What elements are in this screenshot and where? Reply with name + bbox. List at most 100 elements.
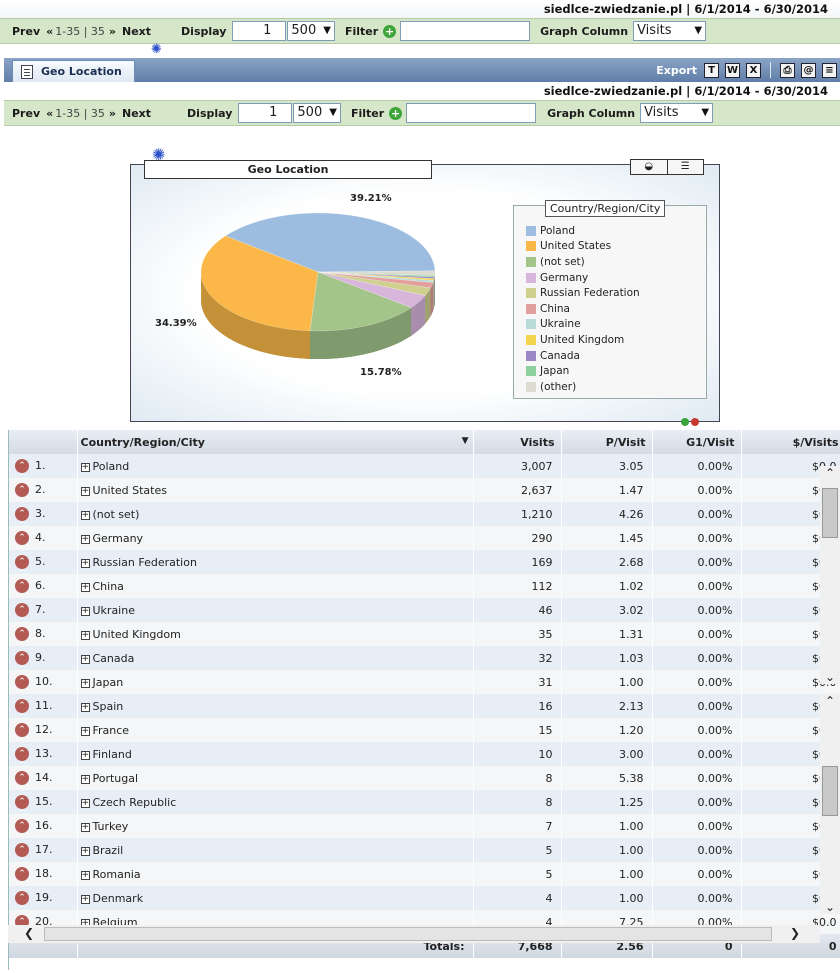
column-header-visits[interactable]: Visits <box>473 430 562 454</box>
scroll-thumb[interactable] <box>822 766 838 816</box>
country-cell[interactable]: + Germany <box>77 526 474 550</box>
vertical-scrollbar-lower[interactable]: ⌃ ⌄ <box>820 694 840 914</box>
drilldown-icon[interactable]: ⌃ <box>15 843 29 857</box>
drilldown-icon[interactable]: ⌃ <box>15 771 29 785</box>
add-filter-icon[interactable]: + <box>383 24 397 38</box>
expand-icon[interactable]: + <box>80 558 90 568</box>
column-header-g1visit[interactable]: G1/Visit <box>652 430 742 454</box>
drilldown-icon[interactable]: ⌃ <box>15 651 29 665</box>
next-link[interactable]: Next <box>122 25 151 38</box>
country-cell[interactable]: + Poland <box>77 454 474 478</box>
bar-chart-icon[interactable]: ☰ <box>668 160 704 174</box>
last-page-icon[interactable]: » <box>109 25 116 38</box>
expand-icon[interactable]: + <box>80 534 90 544</box>
scroll-up-icon[interactable]: ⌃ <box>820 694 840 708</box>
expand-icon[interactable]: + <box>80 774 90 784</box>
expand-icon[interactable]: + <box>80 846 90 856</box>
drilldown-icon[interactable]: ⌃ <box>15 627 29 641</box>
country-cell[interactable]: + Spain <box>77 694 474 718</box>
export-excel-icon[interactable]: X <box>746 62 761 78</box>
expand-icon[interactable]: + <box>80 510 90 520</box>
country-cell[interactable]: + Russian Federation <box>77 550 474 574</box>
country-cell[interactable]: + China <box>77 574 474 598</box>
country-cell[interactable]: + United Kingdom <box>77 622 474 646</box>
expand-icon[interactable]: + <box>80 798 90 808</box>
country-cell[interactable]: + Canada <box>77 646 474 670</box>
expand-icon[interactable]: + <box>80 462 90 472</box>
prev-link[interactable]: Prev <box>12 25 40 38</box>
drilldown-icon[interactable]: ⌃ <box>15 795 29 809</box>
scroll-left-icon[interactable]: ❮ <box>24 926 34 940</box>
print-icon[interactable]: ⎙ <box>780 62 795 78</box>
prev-link[interactable]: Prev <box>12 107 40 120</box>
first-page-icon[interactable]: « <box>46 25 53 38</box>
country-cell[interactable]: + (not set) <box>77 502 474 526</box>
drilldown-icon[interactable]: ⌃ <box>15 459 29 473</box>
page-size-select[interactable]: 500 ▼ <box>293 103 341 123</box>
add-filter-icon[interactable]: + <box>389 106 403 120</box>
drilldown-icon[interactable]: ⌃ <box>15 819 29 833</box>
expand-icon[interactable]: + <box>80 678 90 688</box>
expand-icon[interactable]: + <box>80 822 90 832</box>
country-cell[interactable]: + Portugal <box>77 766 474 790</box>
graph-column-select[interactable]: Visits ▼ <box>640 103 714 123</box>
schedule-icon[interactable]: ≡ <box>822 62 837 78</box>
drilldown-icon[interactable]: ⌃ <box>15 675 29 689</box>
expand-icon[interactable]: + <box>80 726 90 736</box>
drilldown-icon[interactable]: ⌃ <box>15 747 29 761</box>
horizontal-scrollbar[interactable]: ❮ ❯ <box>8 925 820 943</box>
country-cell[interactable]: + Turkey <box>77 814 474 838</box>
drilldown-icon[interactable]: ⌃ <box>15 555 29 569</box>
expand-icon[interactable]: + <box>80 894 90 904</box>
country-cell[interactable]: + Romania <box>77 862 474 886</box>
country-cell[interactable]: + United States <box>77 478 474 502</box>
scroll-thumb[interactable] <box>822 488 838 538</box>
export-text-icon[interactable]: T <box>704 62 719 78</box>
display-page-input[interactable]: 1 <box>232 21 287 41</box>
drilldown-icon[interactable]: ⌃ <box>15 723 29 737</box>
country-cell[interactable]: + France <box>77 718 474 742</box>
scroll-right-icon[interactable]: ❯ <box>790 926 800 940</box>
scroll-up-icon[interactable]: ⌃ <box>820 466 840 480</box>
country-cell[interactable]: + Czech Republic <box>77 790 474 814</box>
display-page-input[interactable]: 1 <box>238 103 293 123</box>
email-icon[interactable]: @ <box>801 62 816 78</box>
expand-icon[interactable]: + <box>80 870 90 880</box>
pie-chart-icon[interactable]: ◒ <box>631 160 668 174</box>
export-word-icon[interactable]: W <box>725 62 740 78</box>
page-size-select[interactable]: 500 ▼ <box>287 21 335 41</box>
next-link[interactable]: Next <box>122 107 151 120</box>
country-cell[interactable]: + Ukraine <box>77 598 474 622</box>
column-header-pvisit[interactable]: P/Visit <box>561 430 653 454</box>
expand-icon[interactable]: + <box>80 702 90 712</box>
country-cell[interactable]: + Denmark <box>77 886 474 910</box>
column-header-dollar-visits[interactable]: $/Visits <box>741 430 840 454</box>
expand-icon[interactable]: + <box>80 750 90 760</box>
first-page-icon[interactable]: « <box>46 107 53 120</box>
country-cell[interactable]: + Finland <box>77 742 474 766</box>
country-cell[interactable]: + Brazil <box>77 838 474 862</box>
tab-geo-location[interactable]: Geo Location <box>12 60 135 82</box>
filter-input[interactable] <box>400 21 531 41</box>
expand-icon[interactable]: + <box>80 486 90 496</box>
scroll-down-icon[interactable]: ⌄ <box>820 900 840 914</box>
scroll-down-icon[interactable]: ⌄ <box>820 670 840 684</box>
drilldown-icon[interactable]: ⌃ <box>15 891 29 905</box>
drilldown-icon[interactable]: ⌃ <box>15 531 29 545</box>
drilldown-icon[interactable]: ⌃ <box>15 867 29 881</box>
scroll-thumb[interactable] <box>44 927 772 941</box>
graph-column-select[interactable]: Visits ▼ <box>633 21 707 41</box>
expand-icon[interactable]: + <box>80 606 90 616</box>
drilldown-icon[interactable]: ⌃ <box>15 483 29 497</box>
vertical-scrollbar-upper[interactable]: ⌃ ⌄ <box>820 466 840 684</box>
drilldown-icon[interactable]: ⌃ <box>15 579 29 593</box>
country-cell[interactable]: + Japan <box>77 670 474 694</box>
last-page-icon[interactable]: » <box>109 107 116 120</box>
drilldown-icon[interactable]: ⌃ <box>15 603 29 617</box>
sort-desc-icon[interactable]: ▼ <box>462 436 469 446</box>
expand-icon[interactable]: + <box>80 654 90 664</box>
expand-icon[interactable]: + <box>80 582 90 592</box>
drilldown-icon[interactable]: ⌃ <box>15 507 29 521</box>
expand-icon[interactable]: + <box>80 630 90 640</box>
drilldown-icon[interactable]: ⌃ <box>15 699 29 713</box>
